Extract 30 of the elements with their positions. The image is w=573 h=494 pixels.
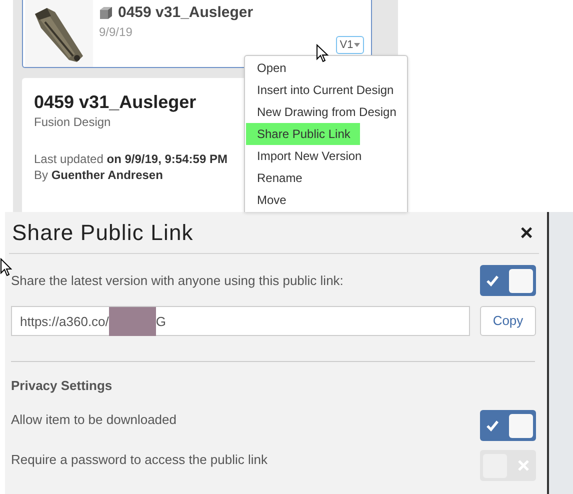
cube-icon [99, 6, 113, 20]
design-type: Fusion Design [34, 115, 111, 129]
check-icon [486, 274, 499, 287]
boom-arm-drawing [25, 0, 93, 67]
author-text: By Guenther Andresen [34, 167, 163, 183]
menu-item[interactable]: Import New Version [246, 145, 372, 167]
file-date: 9/9/19 [99, 25, 134, 39]
caret-icon [354, 43, 360, 47]
cross-icon [517, 459, 530, 472]
toggle-switch[interactable] [480, 265, 536, 296]
section-heading: Privacy Settings [11, 378, 114, 393]
setting-label: Require a password to access the public link [11, 452, 268, 467]
check-icon [486, 419, 499, 432]
setting-label: Allow item to be downloaded [11, 412, 176, 427]
link-field[interactable]: https://a360.co/ G [11, 306, 470, 336]
menu-item[interactable]: Insert into Current Design [246, 79, 404, 101]
menu-item[interactable]: Move [246, 189, 296, 211]
version-dropdown[interactable]: V1 [336, 36, 364, 54]
copy-button[interactable]: Copy [480, 306, 536, 336]
last-updated-text: Last updated on 9/9/19, 9:54:59 PM [34, 151, 228, 167]
menu-item[interactable]: Rename [246, 167, 312, 189]
dialog-title: Share Public Link [12, 220, 194, 246]
toggle-switch[interactable] [480, 450, 536, 481]
menu-item[interactable]: Share Public Link [246, 123, 360, 145]
design-title: 0459 v31_Ausleger [34, 92, 196, 113]
close-button[interactable]: × [518, 222, 535, 244]
share-description: Share the latest version with anyone using this public link: [11, 273, 344, 288]
file-title: 0459 v31_Ausleger [118, 4, 254, 21]
toggle-switch[interactable] [480, 410, 536, 441]
menu-item[interactable]: New Drawing from Design [246, 101, 406, 123]
